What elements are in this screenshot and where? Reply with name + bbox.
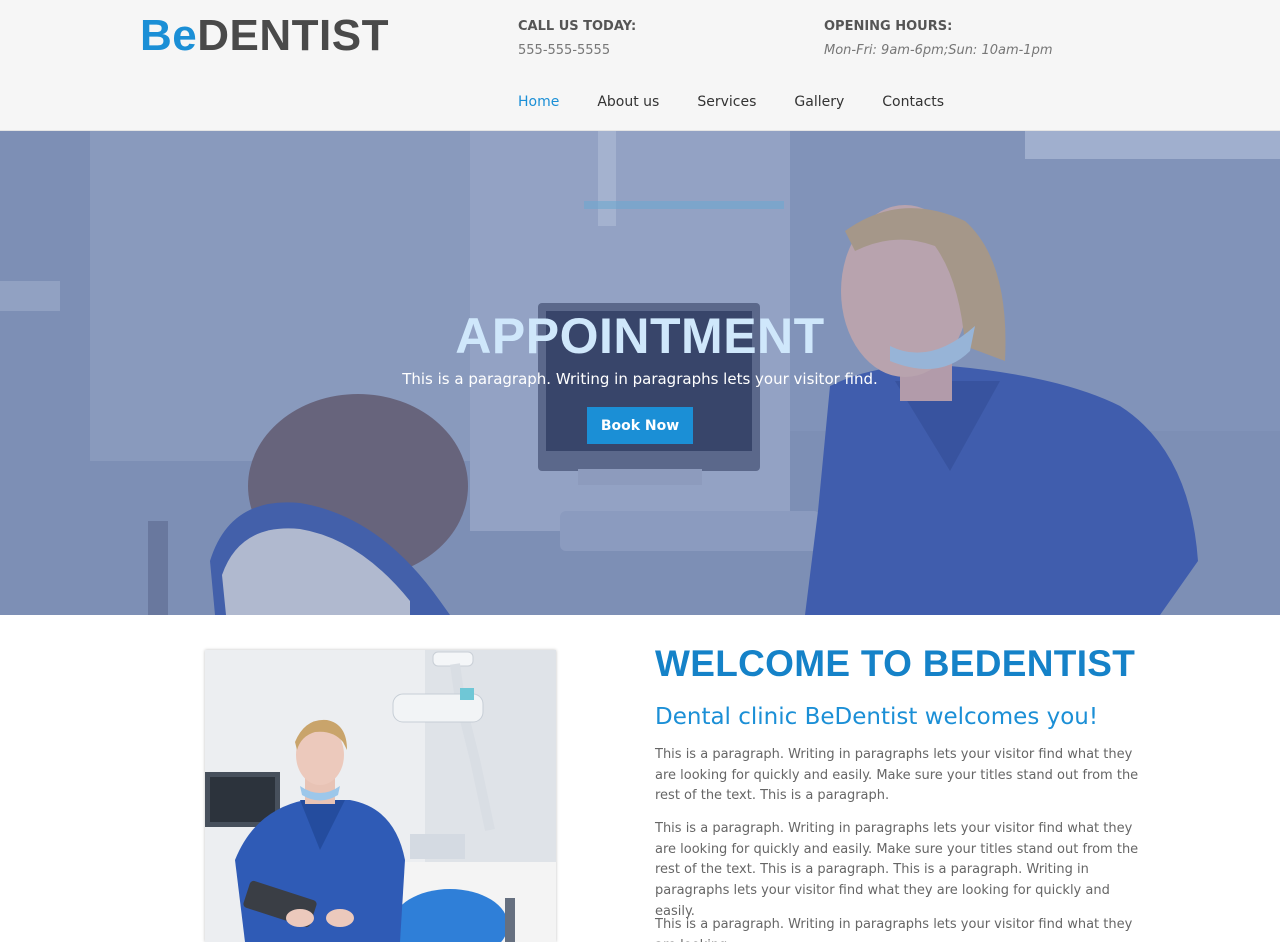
main-nav: Home About us Services Gallery Contacts bbox=[518, 92, 982, 112]
nav-services[interactable]: Services bbox=[697, 92, 756, 112]
hero-title: APPOINTMENT bbox=[455, 308, 825, 364]
call-us-block: CALL US TODAY: 555-555-5555 bbox=[518, 18, 636, 60]
opening-hours-block: OPENING HOURS: Mon-Fri: 9am-6pm;Sun: 10a… bbox=[824, 18, 1053, 60]
phone-number[interactable]: 555-555-5555 bbox=[518, 42, 636, 60]
book-now-button[interactable]: Book Now bbox=[587, 407, 693, 444]
hero-paragraph: This is a paragraph. Writing in paragrap… bbox=[402, 370, 878, 388]
dentist-photo-image bbox=[205, 650, 556, 942]
nav-gallery[interactable]: Gallery bbox=[794, 92, 844, 112]
paragraph-3: This is a paragraph. Writing in paragrap… bbox=[655, 917, 1133, 942]
hero-banner: APPOINTMENT This is a paragraph. Writing… bbox=[0, 131, 1280, 615]
dentist-photo bbox=[205, 650, 556, 942]
opening-hours-value: Mon-Fri: 9am-6pm;Sun: 10am-1pm bbox=[824, 43, 1053, 58]
call-us-label: CALL US TODAY: bbox=[518, 19, 637, 34]
paragraph-1: This is a paragraph. Writing in paragrap… bbox=[655, 747, 1139, 804]
opening-hours-label: OPENING HOURS: bbox=[824, 19, 953, 34]
logo-be: Be bbox=[140, 11, 198, 60]
nav-about-us[interactable]: About us bbox=[597, 92, 659, 112]
logo-dentist: DENTIST bbox=[197, 11, 389, 60]
paragraph-2: This is a paragraph. Writing in paragrap… bbox=[655, 821, 1139, 919]
welcome-subheading: Dental clinic BeDentist welcomes you! bbox=[655, 704, 1099, 730]
nav-contacts[interactable]: Contacts bbox=[882, 92, 944, 112]
welcome-heading: WELCOME TO BEDENTIST bbox=[655, 643, 1136, 684]
site-logo[interactable]: BeDENTIST bbox=[140, 12, 389, 60]
site-header: BeDENTIST CALL US TODAY: 555-555-5555 OP… bbox=[0, 0, 1280, 131]
nav-home[interactable]: Home bbox=[518, 92, 559, 112]
